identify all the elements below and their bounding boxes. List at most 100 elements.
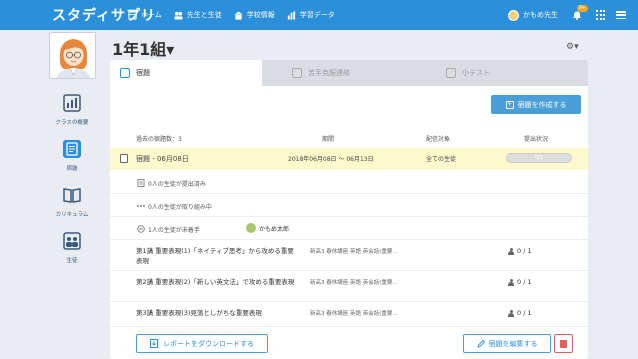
weakness-tab-icon bbox=[292, 68, 302, 78]
nav-learning-data[interactable]: 学習データ bbox=[287, 10, 335, 20]
plus-icon: + bbox=[505, 100, 514, 109]
user-name[interactable]: かもめ先生 bbox=[523, 10, 558, 20]
question-row[interactable]: 第2講 重要表現(2)「新しい英文法」で攻める重要表現 新高3 春休講座 英語 … bbox=[110, 272, 588, 302]
homework-period: 2018年06月08日 ～ 06月13日 bbox=[288, 156, 374, 163]
notification-badge: 9+ bbox=[576, 5, 588, 12]
nav-home[interactable]: ホーム bbox=[128, 10, 162, 20]
person-icon bbox=[508, 247, 514, 255]
question-score: 0 / 1 bbox=[508, 278, 532, 286]
homework-title: 宿題 - 06月08日 bbox=[136, 155, 189, 163]
question-score-value: 0 / 1 bbox=[517, 309, 532, 317]
edit-homework-button[interactable]: 宿題を編集する bbox=[463, 334, 551, 353]
question-score-value: 0 / 1 bbox=[517, 278, 532, 286]
homework-icon bbox=[63, 140, 81, 158]
status-not-started-label: 1人の生徒が未着手 bbox=[148, 227, 200, 234]
minus-circle-icon bbox=[137, 225, 145, 233]
homework-row[interactable]: 宿題 - 06月08日 2018年06月08日 ～ 06月13日 全ての生徒 0… bbox=[110, 148, 588, 170]
download-report-button[interactable]: レポートをダウンロードする bbox=[136, 334, 268, 353]
question-row[interactable]: 第3講 重要表現(3)見落としがちな重要表現 新高3 春休講座 英語 英会話(重… bbox=[110, 303, 588, 327]
create-homework-label: 宿題を作成する bbox=[517, 100, 567, 109]
student-name: かもめ太郎 bbox=[259, 225, 290, 233]
tab-weakness[interactable]: 苦手克服連絡 bbox=[262, 60, 434, 86]
tab-homework-label: 宿題 bbox=[136, 69, 150, 77]
sidebar-item-overview-label: クラスの概要 bbox=[55, 120, 89, 126]
homework-count: 過去の宿題数：3 bbox=[136, 136, 182, 143]
homework-tab-icon bbox=[120, 68, 130, 78]
delete-homework-button[interactable] bbox=[554, 334, 573, 353]
edit-homework-label: 宿題を編集する bbox=[488, 339, 538, 348]
main-nav: ホーム 先生と生徒 学校情報 学習データ bbox=[128, 10, 347, 20]
column-status: 提出状況 bbox=[524, 136, 549, 143]
document-icon bbox=[120, 154, 128, 163]
status-row-not-started[interactable]: 1人の生徒が未着手 かもめ太郎 bbox=[110, 218, 588, 240]
overview-icon bbox=[63, 94, 81, 112]
bottom-action-bar: レポートをダウンロードする 宿題を編集する bbox=[110, 329, 588, 359]
nav-school-info[interactable]: 学校情報 bbox=[234, 10, 275, 20]
trash-icon bbox=[560, 339, 567, 348]
column-period: 期間 bbox=[322, 136, 335, 143]
top-bar: スタディサプリ ホーム 先生と生徒 学校情報 学習データ かもめ先生 9+ bbox=[0, 0, 638, 30]
nav-learning-data-label: 学習データ bbox=[299, 11, 335, 19]
nav-school-info-label: 学校情報 bbox=[246, 11, 275, 19]
sidebar-item-homework[interactable]: 宿題 bbox=[44, 140, 100, 172]
status-in-progress-label: 0人の生徒が取り組み中 bbox=[148, 204, 212, 211]
student-chip[interactable]: かもめ太郎 bbox=[246, 223, 289, 233]
school-icon bbox=[234, 10, 243, 20]
hamburger-menu-icon[interactable] bbox=[616, 11, 626, 19]
book-icon bbox=[63, 188, 81, 203]
homework-target: 全ての生徒 bbox=[426, 156, 457, 163]
download-document-icon bbox=[150, 339, 158, 348]
teacher-avatar bbox=[49, 32, 96, 79]
student-avatar bbox=[246, 223, 256, 233]
people-icon bbox=[174, 11, 183, 20]
sidebar-item-homework-label: 宿題 bbox=[66, 166, 78, 172]
teacher-portrait-icon bbox=[50, 33, 95, 78]
question-title: 第1講 重要表現(1)「ネイティブ思考」から攻める重要表現 bbox=[136, 247, 294, 265]
students-icon bbox=[63, 232, 81, 250]
question-score: 0 / 1 bbox=[508, 309, 532, 317]
tabs: 宿題 苦手克服連絡 小テスト bbox=[110, 60, 588, 86]
sidebar: クラスの概要 宿題 カリキュラム 生徒 bbox=[0, 30, 102, 359]
question-row[interactable]: 第1講 重要表現(1)「ネイティブ思考」から攻める重要表現 新高3 春休講座 英… bbox=[110, 241, 588, 271]
user-avatar[interactable] bbox=[508, 9, 519, 21]
sidebar-item-students[interactable]: 生徒 bbox=[44, 232, 100, 264]
status-row-submitted[interactable]: 0人の生徒が提出済み bbox=[110, 172, 588, 194]
progress-text: 0/1 bbox=[534, 155, 544, 161]
nav-teachers-students[interactable]: 先生と生徒 bbox=[174, 10, 222, 20]
create-homework-button[interactable]: + 宿題を作成する bbox=[491, 95, 581, 114]
person-icon bbox=[508, 309, 514, 317]
settings-dropdown[interactable]: ⚙▾ bbox=[566, 42, 579, 52]
question-meta: 新高3 春休講座 英語 英会話(重要… bbox=[310, 249, 398, 255]
submitted-document-icon bbox=[137, 179, 145, 187]
column-target: 配信対象 bbox=[426, 136, 451, 143]
submission-progress-bar: 0/1 bbox=[506, 153, 572, 163]
tab-homework[interactable]: 宿題 bbox=[110, 60, 262, 86]
quiz-tab-icon bbox=[446, 68, 456, 78]
status-row-in-progress[interactable]: 0人の生徒が取り組み中 bbox=[110, 195, 588, 217]
question-title: 第2講 重要表現(2)「新しい英文法」で攻める重要表現 bbox=[136, 278, 295, 286]
sidebar-item-curriculum[interactable]: カリキュラム bbox=[44, 186, 100, 218]
nav-teachers-students-label: 先生と生徒 bbox=[186, 11, 222, 19]
ellipsis-icon bbox=[137, 205, 145, 207]
sidebar-item-overview[interactable]: クラスの概要 bbox=[44, 94, 100, 126]
question-title: 第3講 重要表現(3)見落としがちな重要表現 bbox=[136, 309, 262, 317]
question-meta: 新高3 春休講座 英語 英会話(重要… bbox=[310, 280, 398, 286]
app-logo[interactable]: スタディサプリ bbox=[52, 5, 155, 25]
person-icon bbox=[508, 278, 514, 286]
pencil-icon bbox=[476, 339, 485, 348]
class-title-dropdown[interactable]: 1年1組▾ bbox=[112, 36, 174, 60]
question-score-value: 0 / 1 bbox=[517, 247, 532, 255]
notification-button[interactable]: 9+ bbox=[572, 5, 588, 20]
apps-grid-icon[interactable] bbox=[596, 10, 606, 20]
main-panel: 宿題 苦手克服連絡 小テスト + 宿題を作成する 過去の宿題数：3 期間 配信対… bbox=[110, 60, 588, 359]
sidebar-item-students-label: 生徒 bbox=[66, 258, 78, 264]
sidebar-item-curriculum-label: カリキュラム bbox=[55, 212, 89, 218]
table-header: 過去の宿題数：3 期間 配信対象 提出状況 bbox=[110, 134, 588, 146]
status-submitted-label: 0人の生徒が提出済み bbox=[148, 181, 206, 188]
nav-home-label: ホーム bbox=[141, 11, 162, 19]
top-right: かもめ先生 9+ bbox=[508, 0, 638, 30]
tab-quiz[interactable]: 小テスト bbox=[434, 60, 588, 86]
chart-icon bbox=[287, 10, 295, 20]
question-meta: 新高3 春休講座 英語 英会話(重要… bbox=[310, 311, 398, 317]
home-icon bbox=[128, 10, 137, 20]
